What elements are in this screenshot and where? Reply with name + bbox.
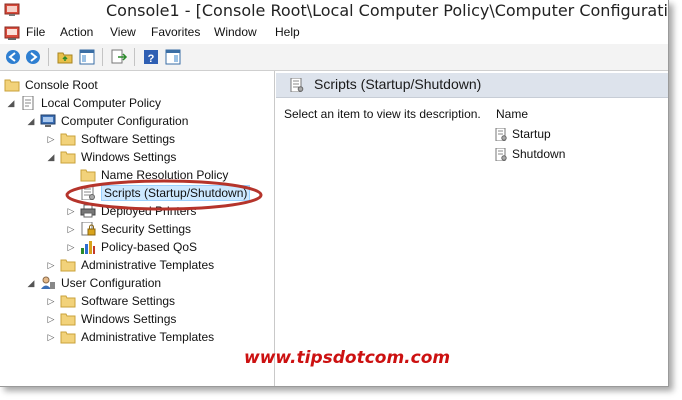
tree-item-uc-administrative-templates[interactable]: ▷ Administrative Templates <box>46 328 215 346</box>
folder-icon <box>60 295 76 308</box>
expanded-arrow-icon[interactable]: ◢ <box>26 278 36 288</box>
tree-label: Console Root <box>25 78 98 92</box>
list-item-label: Startup <box>512 127 551 141</box>
show-action-pane-icon[interactable] <box>164 48 182 66</box>
expanded-arrow-icon[interactable]: ◢ <box>26 116 36 126</box>
description-text: Select an item to view its description. <box>284 107 481 121</box>
tree-item-local-computer-policy[interactable]: ◢ Local Computer Policy <box>6 94 161 112</box>
collapsed-arrow-icon[interactable]: ▷ <box>46 296 56 306</box>
tree-label: Windows Settings <box>81 312 177 326</box>
folder-icon <box>60 313 76 326</box>
highlight-ellipse <box>65 179 263 211</box>
menu-view[interactable]: View <box>110 25 136 39</box>
folder-icon <box>4 79 20 92</box>
user-icon <box>41 276 55 289</box>
toolbar: ? <box>0 44 668 71</box>
tree-item-cc-administrative-templates[interactable]: ▷ Administrative Templates <box>46 256 215 274</box>
window-title: Console1 - [Console Root\Local Computer … <box>106 1 668 20</box>
console-tree: Console Root ◢ Local Computer Policy ◢ C… <box>0 71 275 386</box>
tree-label: Software Settings <box>81 294 176 308</box>
toolbar-separator <box>134 48 135 66</box>
tree-item-uc-software-settings[interactable]: ▷ Software Settings <box>46 292 176 310</box>
computer-icon <box>40 114 56 127</box>
svg-text:?: ? <box>148 53 155 65</box>
bar-chart-icon <box>81 241 95 254</box>
collapsed-arrow-icon[interactable]: ▷ <box>46 260 56 270</box>
tree-item-console-root[interactable]: Console Root <box>4 76 98 94</box>
folder-icon <box>60 151 76 164</box>
tree-label: Administrative Templates <box>81 258 215 272</box>
details-header: Scripts (Startup/Shutdown) <box>276 73 668 98</box>
show-hide-tree-icon[interactable] <box>78 48 96 66</box>
tree-label: Windows Settings <box>81 150 177 164</box>
tree-label: Software Settings <box>81 132 176 146</box>
tree-item-cc-software-settings[interactable]: ▷ Software Settings <box>46 130 176 148</box>
collapsed-arrow-icon[interactable]: ▷ <box>66 224 76 234</box>
tree-item-policy-based-qos[interactable]: ▷ Policy-based QoS <box>66 238 197 256</box>
details-pane: Scripts (Startup/Shutdown) Select an ite… <box>276 71 668 386</box>
tree-item-uc-windows-settings[interactable]: ▷ Windows Settings <box>46 310 177 328</box>
watermark-text: www.tipsdotcom.com <box>244 348 451 368</box>
collapsed-arrow-icon[interactable]: ▷ <box>46 332 56 342</box>
script-icon <box>495 147 507 161</box>
mmc-app-icon <box>4 3 20 16</box>
tree-label: Administrative Templates <box>81 330 215 344</box>
menu-window[interactable]: Window <box>214 25 257 39</box>
tree-label: Local Computer Policy <box>41 96 162 110</box>
menu-bar: File Action View Favorites Window Help <box>0 22 668 44</box>
collapsed-arrow-icon[interactable]: ▷ <box>46 314 56 324</box>
menu-help[interactable]: Help <box>275 25 300 39</box>
folder-icon <box>60 331 76 344</box>
expanded-arrow-icon[interactable]: ◢ <box>6 98 16 108</box>
tree-item-security-settings[interactable]: ▷ Security Settings <box>66 220 191 238</box>
expanded-arrow-icon[interactable]: ◢ <box>46 152 56 162</box>
tree-label: Security Settings <box>101 222 192 236</box>
mmc-window: Console1 - [Console Root\Local Computer … <box>0 0 669 387</box>
export-list-icon[interactable] <box>110 48 128 66</box>
details-title: Scripts (Startup/Shutdown) <box>314 76 482 92</box>
list-item-label: Shutdown <box>512 147 566 161</box>
back-arrow-icon[interactable] <box>4 48 22 66</box>
tree-label: Policy-based QoS <box>101 240 198 254</box>
tree-label: User Configuration <box>61 276 162 290</box>
menu-file[interactable]: File <box>26 25 45 39</box>
list-item-startup[interactable]: Startup <box>495 127 551 141</box>
console-document-icon[interactable] <box>4 25 20 41</box>
script-icon <box>290 78 304 92</box>
forward-arrow-icon[interactable] <box>24 48 42 66</box>
column-header-name[interactable]: Name <box>496 107 528 121</box>
folder-icon <box>60 133 76 146</box>
policy-document-icon <box>22 96 34 110</box>
toolbar-separator <box>48 48 49 66</box>
collapsed-arrow-icon[interactable]: ▷ <box>46 134 56 144</box>
security-lock-icon <box>81 222 96 236</box>
help-icon[interactable]: ? <box>142 48 160 66</box>
menu-favorites[interactable]: Favorites <box>151 25 200 39</box>
toolbar-separator <box>102 48 103 66</box>
tree-item-computer-configuration[interactable]: ◢ Computer Configuration <box>26 112 189 130</box>
menu-action[interactable]: Action <box>60 25 93 39</box>
script-icon <box>495 127 507 141</box>
collapsed-arrow-icon[interactable]: ▷ <box>66 242 76 252</box>
folder-icon <box>60 259 76 272</box>
up-folder-icon[interactable] <box>56 48 74 66</box>
list-item-shutdown[interactable]: Shutdown <box>495 147 565 161</box>
tree-item-user-configuration[interactable]: ◢ User Configuration <box>26 274 162 292</box>
title-bar: Console1 - [Console Root\Local Computer … <box>0 0 668 22</box>
tree-item-cc-windows-settings[interactable]: ◢ Windows Settings <box>46 148 177 166</box>
tree-label: Computer Configuration <box>61 114 189 128</box>
